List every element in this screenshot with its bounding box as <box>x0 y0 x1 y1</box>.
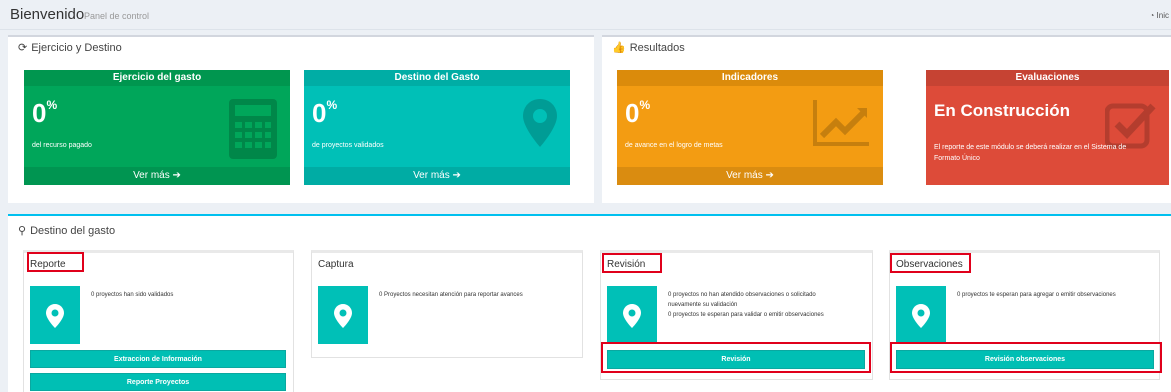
box-destino-del-gasto: ⚲ Destino del gasto Reporte 0 proyectos h… <box>8 214 1171 392</box>
tile-value: 0% <box>625 98 651 128</box>
calculator-icon <box>229 99 277 159</box>
page-subtitle: Panel de control <box>84 11 150 21</box>
panel-icon-box <box>607 286 657 344</box>
tile-value: En Construcción <box>934 101 1071 120</box>
page-header: Bienvenido Panel de control ◔ Inic <box>0 0 1171 30</box>
map-marker-icon <box>523 99 557 147</box>
map-marker-icon <box>912 304 930 328</box>
tile-text: de proyectos validados <box>312 142 384 149</box>
box-title: 👍 Resultados <box>612 42 685 54</box>
tile-heading: Destino del Gasto <box>304 70 570 86</box>
page-title: Bienvenido <box>10 6 85 23</box>
box-title: ⟳ Ejercicio y Destino <box>18 42 122 54</box>
tile-value: 0% <box>32 98 58 128</box>
thumbs-up-icon: 👍 <box>612 42 626 54</box>
extraccion-informacion-button[interactable]: Extraccion de Información <box>30 350 286 368</box>
box-ejercicio-destino: ⟳ Ejercicio y Destino Ejercicio del gasto… <box>8 35 594 203</box>
ver-mas-link[interactable]: Ver más ➔ <box>304 167 570 185</box>
arrow-circle-right-icon: ➔ <box>765 170 774 181</box>
tile-ejercicio-gasto: Ejercicio del gasto 0% del recurso pagad… <box>24 70 290 185</box>
tile-destino-gasto: Destino del Gasto 0% de proyectos valida… <box>304 70 570 185</box>
revision-observaciones-button[interactable]: Revisión observaciones <box>896 350 1154 369</box>
box-title: ⚲ Destino del gasto <box>18 225 116 237</box>
map-marker-icon <box>623 304 641 328</box>
panel-title: Observaciones <box>896 259 963 270</box>
panel-captura: Captura 0 Proyectos necesitan atención p… <box>311 250 583 358</box>
area-chart-icon <box>813 100 869 146</box>
refresh-icon: ⟳ <box>18 42 28 54</box>
tile-text: de avance en el logro de metas <box>625 142 723 149</box>
panel-title: Revisión <box>607 259 646 270</box>
panel-icon-box <box>896 286 946 344</box>
tile-indicadores: Indicadores 0% de avance en el logro de … <box>617 70 883 185</box>
breadcrumb[interactable]: ◔ Inic <box>1149 11 1169 20</box>
tile-text: del recurso pagado <box>32 142 92 149</box>
box-resultados: 👍 Resultados Indicadores 0% de avance en … <box>602 35 1171 203</box>
tile-evaluaciones: Evaluaciones En Construcción El reporte … <box>926 70 1169 185</box>
reporte-proyectos-button[interactable]: Reporte Proyectos <box>30 373 286 391</box>
map-marker-icon <box>46 304 64 328</box>
ver-mas-link[interactable]: Ver más ➔ <box>617 167 883 185</box>
panel-text: 0 proyectos te esperan para agregar o em… <box>957 292 1116 298</box>
tile-heading: Evaluaciones <box>926 70 1169 86</box>
panel-text: 0 proyectos han sido validados <box>91 292 174 298</box>
panel-icon-box <box>318 286 368 344</box>
ver-mas-link[interactable]: Ver más ➔ <box>24 167 290 185</box>
panel-text: 0 proyectos no han atendido observacione… <box>668 292 824 318</box>
panel-revision: Revisión 0 proyectos no han atendido obs… <box>600 250 873 380</box>
arrow-circle-right-icon: ➔ <box>452 170 461 181</box>
tile-heading: Ejercicio del gasto <box>24 70 290 86</box>
revision-button[interactable]: Revisión <box>607 350 865 369</box>
tile-heading: Indicadores <box>617 70 883 86</box>
panel-observaciones: Observaciones 0 proyectos te esperan par… <box>889 250 1160 380</box>
tile-text: El reporte de este módulo se deberá real… <box>934 144 1127 162</box>
breadcrumb-home: Inic <box>1156 11 1169 20</box>
arrow-circle-right-icon: ➔ <box>172 170 181 181</box>
panel-reporte: Reporte 0 proyectos han sido validados E… <box>23 250 294 392</box>
map-marker-icon <box>334 304 352 328</box>
panel-text: 0 Proyectos necesitan atención para repo… <box>379 292 523 298</box>
panel-title: Reporte <box>30 259 66 270</box>
tile-value: 0% <box>312 98 338 128</box>
map-marker-icon: ⚲ <box>18 225 27 237</box>
panel-icon-box <box>30 286 80 344</box>
panel-title: Captura <box>318 259 354 270</box>
dashboard-icon: ◔ <box>1149 11 1155 20</box>
